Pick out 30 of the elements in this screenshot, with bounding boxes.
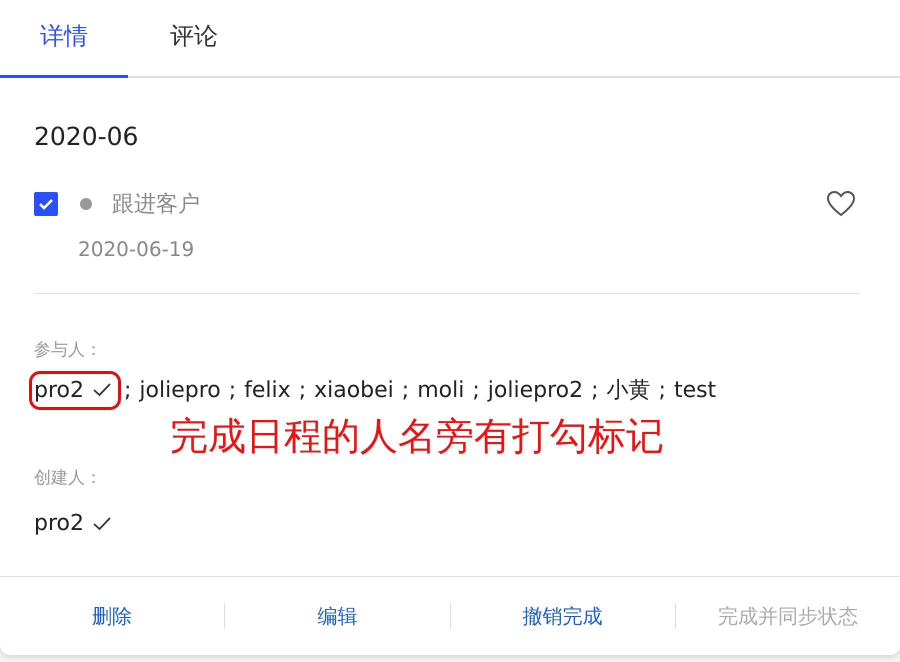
separator: ; — [658, 378, 666, 402]
annotation-text: 完成日程的人名旁有打勾标记 — [170, 413, 665, 460]
participant-name: moli — [417, 378, 464, 402]
participant-name: felix — [244, 378, 291, 402]
action-button[interactable]: 撤销完成 — [450, 594, 675, 638]
participant-name: pro2 — [34, 378, 84, 402]
checkmark-icon — [38, 197, 54, 211]
participant-name: xiaobei — [314, 378, 394, 402]
separator: ; — [124, 378, 132, 402]
separator: ; — [591, 378, 599, 402]
date-heading: 2020-06 — [34, 122, 140, 151]
action-button[interactable]: 编辑 — [225, 594, 450, 638]
creator-name: pro2 — [34, 511, 84, 536]
separator: ; — [402, 378, 410, 402]
heart-icon[interactable] — [826, 190, 856, 218]
task-name: 跟进客户 — [112, 191, 200, 219]
participant-name: joliepro2 — [488, 378, 584, 402]
separator: ; — [228, 378, 236, 402]
participant-name: joliepro — [139, 378, 221, 402]
tab[interactable]: 详情 — [0, 0, 128, 78]
action-button[interactable]: 删除 — [0, 594, 224, 638]
separator: ; — [472, 378, 480, 402]
separator: ; — [298, 378, 306, 402]
task-date: 2020-06-19 — [78, 237, 196, 261]
checkbox[interactable] — [34, 192, 58, 216]
creator-label: 创建人： — [34, 467, 103, 489]
participant-name: 小黄 — [606, 377, 651, 405]
tab[interactable]: 评论 — [128, 0, 260, 78]
participants-label: 参与人： — [34, 339, 103, 361]
participant-name: test — [674, 378, 716, 402]
